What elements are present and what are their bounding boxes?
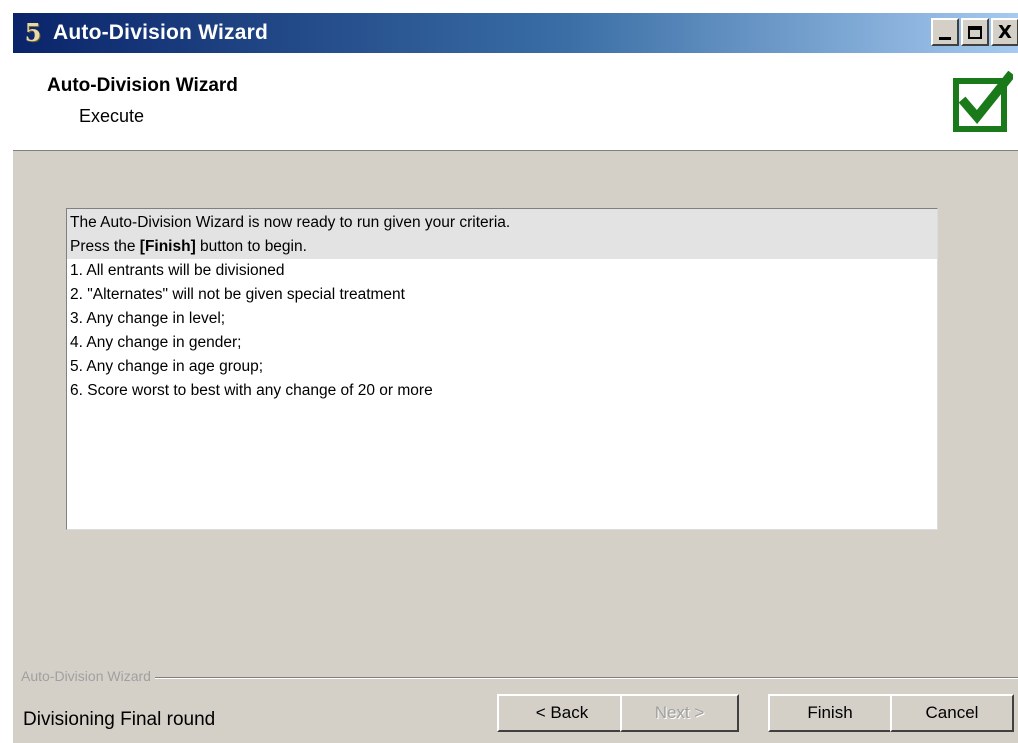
intro-suffix: button to begin. bbox=[195, 238, 307, 255]
maximize-button[interactable] bbox=[961, 18, 989, 46]
wizard-header: Auto-Division Wizard Execute bbox=[13, 53, 1018, 151]
footer-divider bbox=[21, 677, 1018, 679]
list-item: 4. Any change in gender; bbox=[70, 334, 242, 351]
intro-line-1: The Auto-Division Wizard is now ready to… bbox=[70, 214, 511, 231]
summary-panel: The Auto-Division Wizard is now ready to… bbox=[66, 208, 938, 530]
window-title: Auto-Division Wizard bbox=[53, 21, 268, 44]
page-subtitle: Execute bbox=[79, 106, 145, 126]
maximize-icon bbox=[968, 25, 982, 39]
intro-line-2: Press the [Finish] button to begin. bbox=[70, 235, 934, 259]
summary-intro: The Auto-Division Wizard is now ready to… bbox=[67, 209, 937, 259]
minimize-button[interactable] bbox=[931, 18, 959, 46]
window-controls: X bbox=[931, 18, 1018, 46]
list-item: 5. Any change in age group; bbox=[70, 358, 264, 375]
close-icon: X bbox=[998, 21, 1012, 43]
finish-button[interactable]: Finish bbox=[768, 694, 892, 732]
wizard-window: 5 Auto-Division Wizard X Auto-Division W… bbox=[12, 12, 1018, 743]
list-item: 6. Score worst to best with any change o… bbox=[70, 382, 433, 399]
next-button[interactable]: Next > bbox=[620, 694, 739, 732]
status-text: Divisioning Final round bbox=[23, 709, 216, 730]
minimize-icon bbox=[939, 36, 951, 40]
check-box-icon bbox=[953, 71, 1013, 132]
list-item: 1. All entrants will be divisioned bbox=[70, 262, 285, 279]
footer-group-label: Auto-Division Wizard bbox=[21, 668, 155, 684]
list-item: 2. "Alternates" will not be given specia… bbox=[70, 286, 405, 303]
list-item: 3. Any change in level; bbox=[70, 310, 226, 327]
title-bar[interactable]: 5 Auto-Division Wizard X bbox=[13, 13, 1018, 53]
app-icon: 5 bbox=[24, 18, 42, 47]
finish-reference: [Finish] bbox=[139, 238, 196, 255]
cancel-button[interactable]: Cancel bbox=[890, 694, 1014, 732]
intro-prefix: Press the bbox=[70, 238, 140, 255]
criteria-list: 1. All entrants will be divisioned 2. "A… bbox=[67, 259, 937, 403]
back-button[interactable]: < Back bbox=[497, 694, 627, 732]
page-title: Auto-Division Wizard bbox=[47, 75, 238, 96]
close-button[interactable]: X bbox=[991, 18, 1018, 46]
